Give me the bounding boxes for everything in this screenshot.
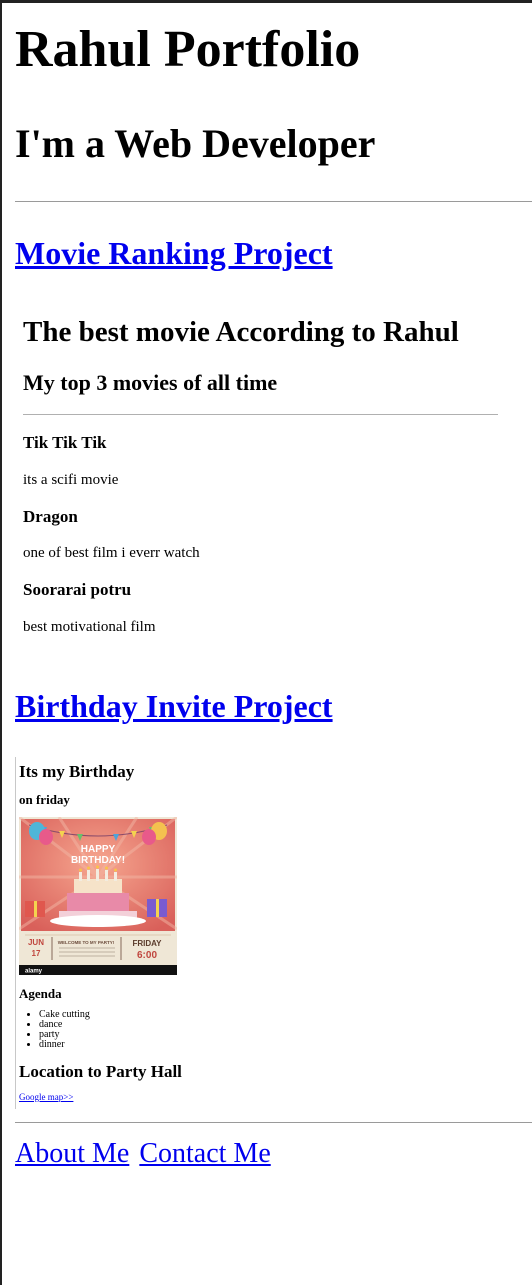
birthday-heading: Its my Birthday xyxy=(19,762,135,781)
footer-divider xyxy=(15,1122,532,1123)
movie-heading: The best movie According to Rahul xyxy=(23,316,459,348)
agenda-item: dinner xyxy=(39,1040,90,1050)
invite-time: 6:00 xyxy=(137,950,157,961)
movie-ranking-project-link[interactable]: Movie Ranking Project xyxy=(15,233,333,273)
agenda-heading: Agenda xyxy=(19,986,62,1001)
location-heading: Location to Party Hall xyxy=(19,1062,182,1081)
movie-title: Soorarai potru xyxy=(23,580,132,599)
browser-top-border xyxy=(0,0,532,3)
movie-description: best motivational film xyxy=(23,619,156,635)
movie-description: one of best film i everr watch xyxy=(23,545,200,561)
birthday-invitation-image: HAPPY BIRTHDAY! JUN 17 WELCOME TO MY PAR… xyxy=(19,817,177,975)
invite-watermark: alamy xyxy=(25,969,43,975)
about-me-link[interactable]: About Me xyxy=(15,1138,129,1169)
birthday-invite-project-link[interactable]: Birthday Invite Project xyxy=(15,686,333,726)
browser-left-border xyxy=(0,0,2,1285)
contact-me-link[interactable]: Contact Me xyxy=(139,1138,270,1169)
footer-nav: About Me Contact Me xyxy=(15,1136,274,1172)
invite-banner-line-2: BIRTHDAY! xyxy=(71,855,125,866)
invite-welcome: WELCOME TO MY PARTY! xyxy=(58,940,115,945)
divider xyxy=(15,201,532,202)
movie-title: Dragon xyxy=(23,507,78,526)
page-title: Rahul Portfolio xyxy=(15,21,361,78)
agenda-list: Cake cutting dance party dinner xyxy=(20,1010,90,1050)
invite-banner-line-1: HAPPY xyxy=(81,844,116,855)
birthday-subheading: on friday xyxy=(19,792,70,807)
invite-weekday: FRIDAY xyxy=(132,939,162,948)
birthday-embed-border xyxy=(15,757,16,1109)
movie-subheading: My top 3 movies of all time xyxy=(23,370,278,395)
movie-divider xyxy=(23,414,498,415)
invite-month: JUN xyxy=(28,938,44,947)
movie-description: its a scifi movie xyxy=(23,472,119,488)
movie-title: Tik Tik Tik xyxy=(23,433,107,452)
invite-day: 17 xyxy=(32,949,41,958)
page-subtitle: I'm a Web Developer xyxy=(15,121,376,166)
google-map-link[interactable]: Google map>> xyxy=(19,1091,73,1103)
